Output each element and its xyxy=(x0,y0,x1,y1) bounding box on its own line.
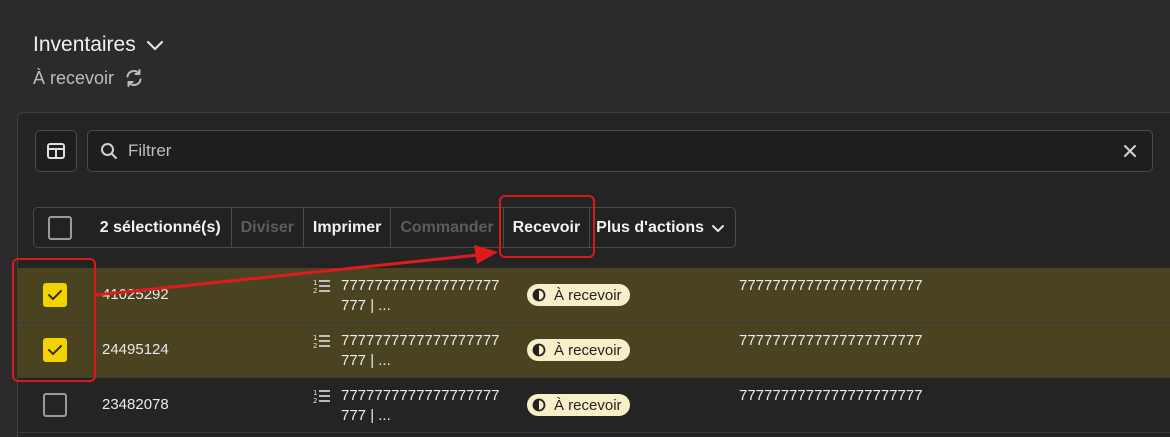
row-checkbox[interactable] xyxy=(43,393,67,417)
svg-text:2: 2 xyxy=(313,397,317,404)
row-id: 24495124 xyxy=(102,341,169,358)
more-actions-button[interactable]: Plus d'actions xyxy=(590,208,735,247)
half-circle-icon xyxy=(532,343,546,357)
status-badge: À recevoir xyxy=(527,394,630,416)
svg-text:2: 2 xyxy=(313,287,317,294)
numbered-list-icon: 1 2 xyxy=(313,334,330,349)
select-all-checkbox-cell xyxy=(34,208,87,247)
row-id: 23482078 xyxy=(102,396,169,413)
filter-input[interactable] xyxy=(128,141,1122,161)
more-actions-label: Plus d'actions xyxy=(596,218,704,236)
numbered-list-icon: 1 2 xyxy=(313,279,330,294)
status-label: À recevoir xyxy=(554,286,622,304)
title-dropdown[interactable]: Inventaires xyxy=(33,30,166,60)
row-description: 7777777777777777777777 | ... xyxy=(341,332,500,369)
half-circle-icon xyxy=(532,288,546,302)
row-id: 41025292 xyxy=(102,286,169,303)
status-label: À recevoir xyxy=(554,341,622,359)
row-description: 7777777777777777777777 | ... xyxy=(341,387,500,424)
columns-icon xyxy=(47,143,65,159)
status-badge: À recevoir xyxy=(527,284,630,306)
select-all-checkbox[interactable] xyxy=(48,215,73,240)
selection-count: 2 sélectionné(s) xyxy=(99,218,221,236)
search-icon xyxy=(101,143,117,159)
status-label: À recevoir xyxy=(554,396,622,414)
table-row[interactable]: 23482078 1 2 7777777777777777777777 | ..… xyxy=(17,378,1170,433)
svg-text:1: 1 xyxy=(313,279,317,287)
split-button[interactable]: Diviser xyxy=(232,208,303,247)
table-row[interactable]: 41025292 1 2 7777777777777777777777 | ..… xyxy=(17,268,1170,323)
svg-text:2: 2 xyxy=(313,342,317,349)
row-checkbox[interactable] xyxy=(43,338,67,362)
print-button[interactable]: Imprimer xyxy=(304,208,390,247)
svg-text:1: 1 xyxy=(313,389,317,397)
row-quantity: 7777777777777777777777 xyxy=(739,387,923,404)
row-quantity: 7777777777777777777777 xyxy=(739,277,923,294)
refresh-icon[interactable] xyxy=(124,68,144,88)
svg-text:1: 1 xyxy=(313,334,317,342)
check-icon xyxy=(48,345,62,355)
numbered-list-icon: 1 2 xyxy=(313,389,330,404)
page-title: Inventaires xyxy=(33,33,136,56)
column-settings-button[interactable] xyxy=(35,130,77,172)
receive-button[interactable]: Recevoir xyxy=(504,208,590,247)
table-row[interactable]: 24495124 1 2 7777777777777777777777 | ..… xyxy=(17,323,1170,378)
bulk-action-bar: 2 sélectionné(s) Diviser Imprimer Comman… xyxy=(33,207,736,248)
close-icon[interactable] xyxy=(1122,143,1138,159)
half-circle-icon xyxy=(532,398,546,412)
status-badge: À recevoir xyxy=(527,339,630,361)
page-subtitle: À recevoir xyxy=(33,67,115,88)
chevron-down-icon xyxy=(711,224,724,232)
page-header: Inventaires À recevoir xyxy=(33,30,166,90)
row-quantity: 7777777777777777777777 xyxy=(739,332,923,349)
check-icon xyxy=(48,290,62,300)
filter-field[interactable] xyxy=(87,130,1153,172)
row-description: 7777777777777777777777 | ... xyxy=(341,277,500,314)
order-button[interactable]: Commander xyxy=(391,208,502,247)
row-checkbox[interactable] xyxy=(43,283,67,307)
chevron-down-icon xyxy=(146,40,163,51)
